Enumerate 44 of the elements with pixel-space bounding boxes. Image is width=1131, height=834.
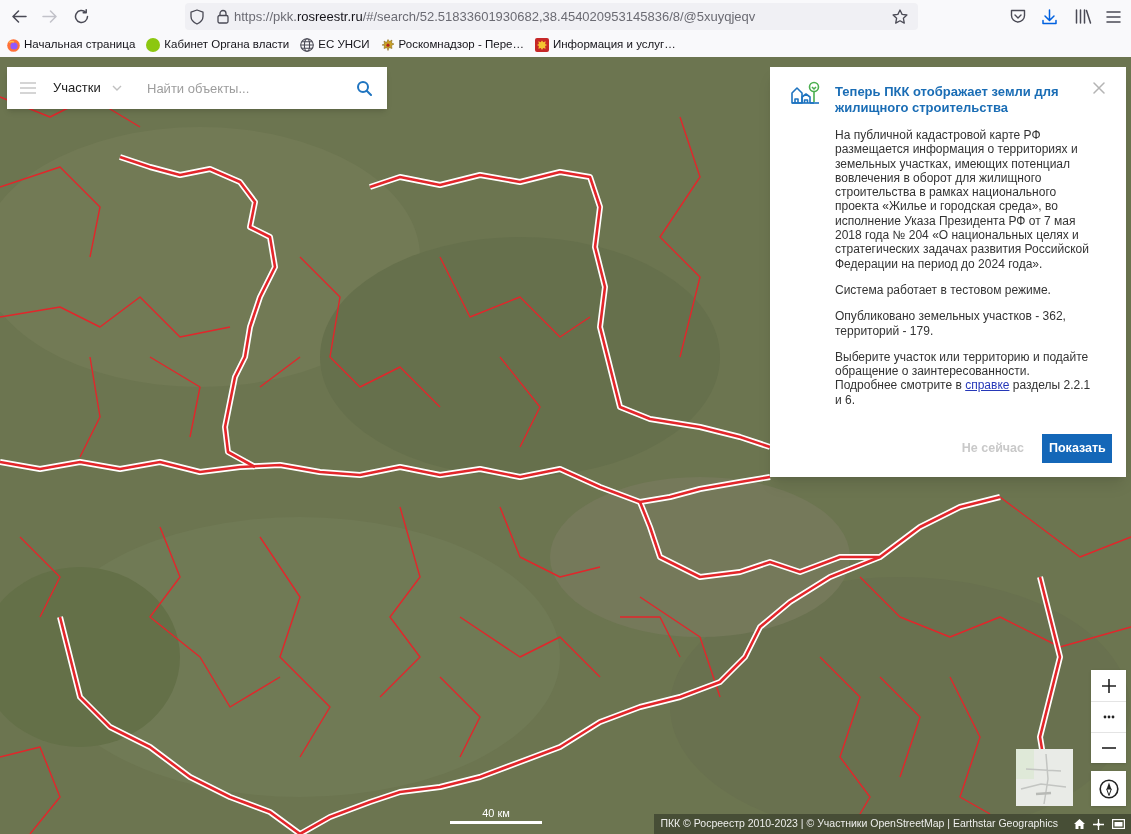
search-icon[interactable] — [357, 81, 372, 96]
notice-title: Теперь ПКК отображает земли для жилищного строительства — [835, 84, 1060, 116]
attribution-text: ПКК © Росреестр 2010-2023 | © Участники OpenStreetMap | Earthstar Geographics — [659, 816, 1058, 832]
minimap-thumbnail[interactable] — [1016, 749, 1073, 806]
zoom-out-button[interactable] — [1091, 733, 1126, 763]
compass-button[interactable] — [1091, 771, 1126, 806]
bookmark-item[interactable]: Информация и услуг… — [534, 36, 676, 54]
bookmark-item[interactable]: Роскомнадзор - Пере… — [380, 36, 524, 54]
notice-paragraph: Система работает в тестовом режиме. — [835, 282, 1052, 298]
notice-paragraph: Опубликовано земельных участков - 362, территорий - 179. — [835, 309, 1067, 338]
help-link[interactable]: справке — [965, 378, 1010, 393]
scale-label: 40 км — [482, 807, 510, 820]
minus-icon — [1101, 747, 1116, 749]
compass-icon — [1098, 778, 1119, 799]
notice-paragraph: На публичной кадастровой карте РФ размещается информация о территориях и земельных участках, имеющих потенциал вовлечения в оборот для жилищного строительства в рамках национального проекта «Жилье и городская среда», во исполнение Указа Президента РФ от 7 мая 2018 года № 204 «О национальных целях и стратегических задачах развития Российской Федерации на период до 2024 года». — [835, 128, 1090, 271]
globe-icon — [300, 38, 315, 52]
notice-paragraph: Выберите участок или территорию и подайте обращение о заинтересованности. Подробнее смотрите в справке разделы 2.2.1 и 6. — [835, 349, 1092, 408]
plus-icon — [1101, 678, 1116, 693]
browser-logo-icon — [7, 38, 20, 52]
bookmark-star-icon[interactable] — [892, 8, 908, 25]
download-icon[interactable] — [1041, 8, 1057, 25]
lock-icon[interactable] — [217, 9, 229, 24]
crosshair-icon[interactable] — [1093, 818, 1104, 830]
shield-icon[interactable] — [190, 8, 204, 25]
emblem-icon — [534, 38, 549, 52]
address-bar[interactable]: https://pkk.rosreestr.ru/#/search/52.51833601930682,38.454020953145836/8/@5xuyqjeqv — [185, 3, 918, 30]
menu-icon[interactable] — [1105, 10, 1121, 23]
bookmark-item[interactable]: Кабинет Органа власти — [146, 36, 290, 54]
zoom-in-button[interactable] — [1091, 670, 1126, 701]
chevron-down-icon — [111, 85, 122, 91]
bookmark-item[interactable]: ЕС УНСИ — [300, 36, 370, 54]
home-icon[interactable] — [1074, 819, 1085, 829]
circle-icon — [146, 38, 161, 52]
back-arrow-icon[interactable] — [11, 10, 27, 23]
show-button[interactable]: Показать — [1042, 434, 1112, 463]
reload-icon[interactable] — [73, 9, 89, 24]
library-icon[interactable] — [1074, 9, 1092, 24]
bookmark-item[interactable]: Начальная страница — [7, 36, 136, 54]
more-icon — [1102, 715, 1115, 719]
emblem-icon — [380, 38, 395, 52]
layer-select[interactable]: Участки — [53, 79, 122, 97]
screen-icon[interactable] — [1112, 819, 1125, 829]
house-tree-icon — [791, 81, 820, 105]
pocket-icon[interactable] — [1010, 9, 1026, 24]
